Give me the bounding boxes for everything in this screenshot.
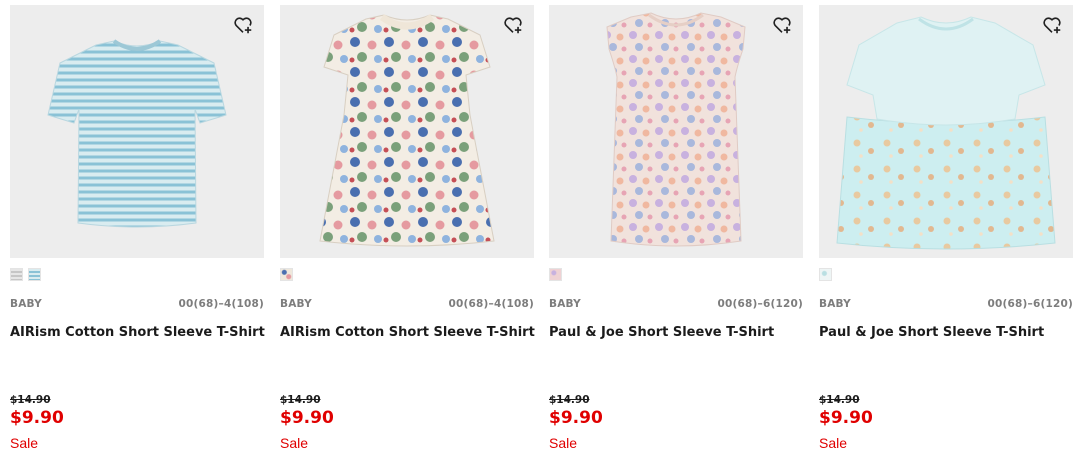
product-meta: BABY 00(68)–6(120) <box>819 298 1073 314</box>
product-title[interactable]: AIRism Cotton Short Sleeve T-Shirt <box>10 325 265 340</box>
color-swatch[interactable] <box>280 268 293 281</box>
sale-flag: Sale <box>280 435 309 451</box>
peplum-top-image <box>836 16 1056 250</box>
color-swatches <box>819 268 832 282</box>
sale-price: $9.90 <box>549 408 603 428</box>
product-meta: BABY 00(68)–6(120) <box>549 298 803 314</box>
color-swatches <box>280 268 293 282</box>
product-category: BABY <box>819 298 851 310</box>
color-swatches <box>549 268 562 282</box>
product-category: BABY <box>10 298 42 310</box>
heart-plus-icon[interactable] <box>771 14 793 36</box>
product-size-range: 00(68)–4(108) <box>448 298 534 310</box>
color-swatch[interactable] <box>819 268 832 281</box>
product-card[interactable]: BABY 00(68)–6(120) Paul & Joe Short Slee… <box>549 5 803 467</box>
product-title[interactable]: Paul & Joe Short Sleeve T-Shirt <box>819 325 1073 340</box>
sale-flag: Sale <box>10 435 39 451</box>
original-price: $14.90 <box>819 394 860 406</box>
product-image[interactable] <box>819 5 1073 258</box>
product-size-range: 00(68)–4(108) <box>178 298 264 310</box>
original-price: $14.90 <box>549 394 590 406</box>
color-swatch[interactable] <box>549 268 562 281</box>
floral-top-image <box>319 14 495 247</box>
heart-plus-icon[interactable] <box>502 14 524 36</box>
sale-flag: Sale <box>549 435 578 451</box>
product-meta: BABY 00(68)–4(108) <box>10 298 264 314</box>
product-title[interactable]: Paul & Joe Short Sleeve T-Shirt <box>549 325 803 340</box>
product-card[interactable]: BABY 00(68)–6(120) Paul & Joe Short Slee… <box>819 5 1073 467</box>
product-grid: BABY 00(68)–4(108) AIRism Cotton Short S… <box>0 0 1080 471</box>
product-image[interactable] <box>280 5 534 258</box>
product-meta: BABY 00(68)–4(108) <box>280 298 534 314</box>
color-swatch[interactable] <box>28 268 41 281</box>
heart-plus-icon[interactable] <box>1041 14 1063 36</box>
heart-plus-icon[interactable] <box>232 14 254 36</box>
product-size-range: 00(68)–6(120) <box>717 298 803 310</box>
striped-tshirt-image <box>47 39 227 228</box>
product-title[interactable]: AIRism Cotton Short Sleeve T-Shirt <box>280 325 535 340</box>
floral-top-image <box>606 12 746 247</box>
color-swatch[interactable] <box>10 268 23 281</box>
product-image[interactable] <box>549 5 803 258</box>
sale-flag: Sale <box>819 435 848 451</box>
sale-price: $9.90 <box>280 408 334 428</box>
sale-price: $9.90 <box>10 408 64 428</box>
original-price: $14.90 <box>10 394 51 406</box>
product-category: BABY <box>549 298 581 310</box>
product-size-range: 00(68)–6(120) <box>987 298 1073 310</box>
original-price: $14.90 <box>280 394 321 406</box>
product-card[interactable]: BABY 00(68)–4(108) AIRism Cotton Short S… <box>10 5 265 467</box>
product-card[interactable]: BABY 00(68)–4(108) AIRism Cotton Short S… <box>280 5 535 467</box>
color-swatches <box>10 268 41 282</box>
product-image[interactable] <box>10 5 264 258</box>
sale-price: $9.90 <box>819 408 873 428</box>
product-category: BABY <box>280 298 312 310</box>
